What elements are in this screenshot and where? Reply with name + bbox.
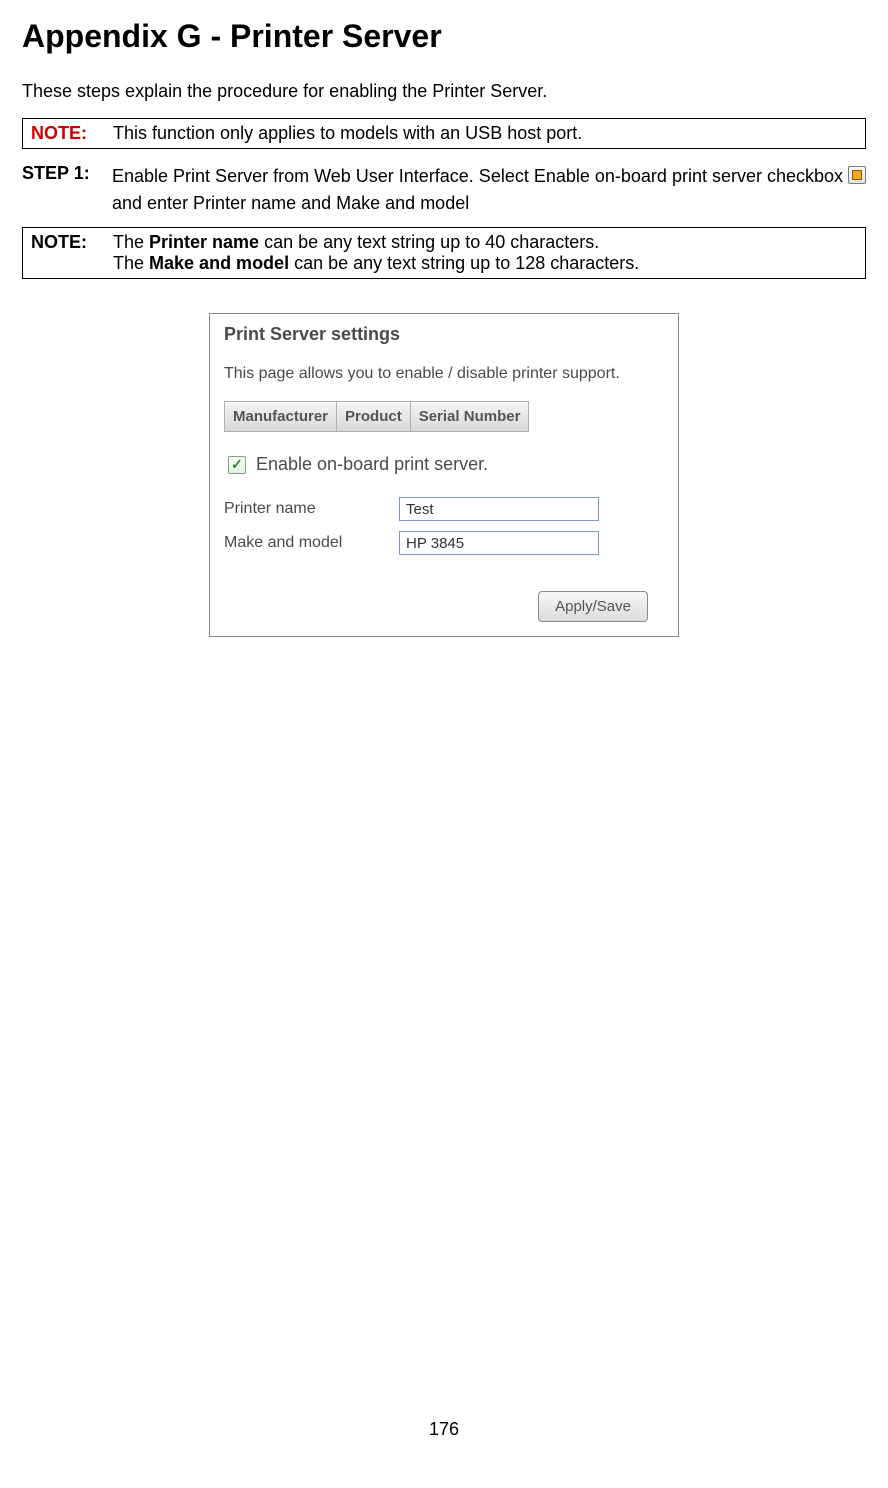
tab-bar: Manufacturer Product Serial Number — [224, 401, 664, 432]
note-1-label: NOTE: — [31, 123, 87, 143]
panel-description: This page allows you to enable / disable… — [224, 365, 664, 383]
note-1-text: This function only applies to models wit… — [113, 123, 857, 144]
step-1: STEP 1: Enable Print Server from Web Use… — [22, 163, 866, 217]
step-1-label: STEP 1: — [22, 163, 112, 217]
make-model-input[interactable]: HP 3845 — [399, 531, 599, 555]
apply-save-button[interactable]: Apply/Save — [538, 591, 648, 622]
step-1-body: Enable Print Server from Web User Interf… — [112, 163, 866, 217]
note-2-label: NOTE — [31, 232, 81, 252]
printer-name-label: Printer name — [224, 500, 399, 518]
print-server-panel: Print Server settings This page allows y… — [209, 313, 679, 637]
checkmark-icon: ✓ — [231, 456, 243, 473]
enable-print-server-label: Enable on-board print server. — [256, 454, 488, 475]
tab-product[interactable]: Product — [336, 401, 411, 432]
page-number: 176 — [22, 1419, 866, 1440]
panel-title: Print Server settings — [224, 324, 664, 345]
tab-serial-number[interactable]: Serial Number — [410, 401, 530, 432]
note-2-body: The Printer name can be any text string … — [113, 232, 857, 274]
page-title: Appendix G - Printer Server — [22, 18, 866, 55]
inline-checkbox-icon — [848, 166, 866, 184]
enable-print-server-checkbox[interactable]: ✓ — [228, 456, 246, 474]
intro-text: These steps explain the procedure for en… — [22, 81, 866, 102]
note-1: NOTE: This function only applies to mode… — [22, 118, 866, 149]
note-2: NOTE: The Printer name can be any text s… — [22, 227, 866, 279]
tab-manufacturer[interactable]: Manufacturer — [224, 401, 337, 432]
make-model-label: Make and model — [224, 534, 399, 552]
printer-name-input[interactable]: Test — [399, 497, 599, 521]
